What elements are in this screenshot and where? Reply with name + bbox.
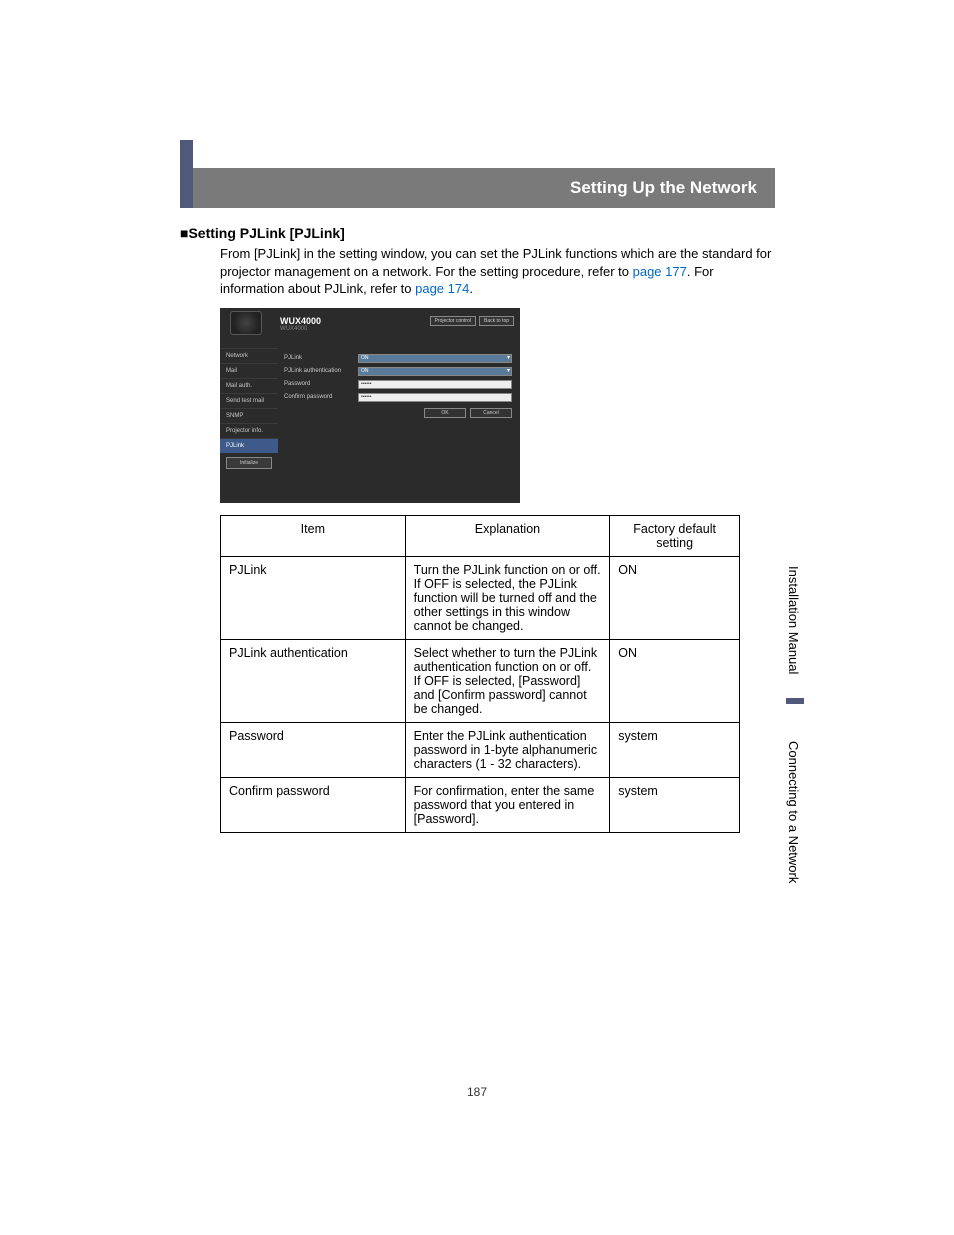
cell-explanation: Select whether to turn the PJLink authen… — [405, 639, 610, 722]
tab-separator-icon — [786, 698, 804, 704]
row-confirm-password: Confirm password •••••• — [284, 393, 512, 402]
label-password: Password — [284, 381, 358, 387]
sidebar-item-mail[interactable]: Mail — [220, 363, 278, 378]
sidebar-item-projector-info[interactable]: Projector info. — [220, 423, 278, 438]
link-page-177[interactable]: page 177 — [633, 264, 687, 279]
screenshot-sidebar: Network Mail Mail auth. Send test mail S… — [220, 348, 278, 473]
settings-screenshot: WUX4000 WUX4000 Projector control Back t… — [220, 308, 520, 503]
sidebar-item-send-test-mail[interactable]: Send test mail — [220, 393, 278, 408]
projector-control-button[interactable]: Projector control — [430, 316, 476, 326]
row-password: Password •••••• — [284, 380, 512, 389]
cell-item: Password — [221, 722, 406, 777]
section-heading-text: Setting PJLink [PJLink] — [188, 225, 344, 241]
label-confirm-password: Confirm password — [284, 394, 358, 400]
cell-default: system — [610, 777, 740, 832]
table-row: Confirm password For confirmation, enter… — [221, 777, 740, 832]
screenshot-top-buttons: Projector control Back to top — [430, 316, 514, 326]
side-tab-connecting-network: Connecting to a Network — [786, 712, 801, 912]
table-header-row: Item Explanation Factory default setting — [221, 515, 740, 556]
sidebar-item-pjlink[interactable]: PJLink — [220, 438, 278, 453]
intro-text-3: . — [469, 281, 473, 296]
page-title: Setting Up the Network — [570, 178, 757, 198]
page-header: Setting Up the Network — [180, 168, 775, 208]
sidebar-item-snmp[interactable]: SNMP — [220, 408, 278, 423]
sidebar-item-network[interactable]: Network — [220, 348, 278, 363]
screenshot-header: WUX4000 WUX4000 — [280, 316, 321, 332]
label-pjlink: PJLink — [284, 355, 358, 361]
ok-button[interactable]: OK — [424, 408, 466, 418]
input-password[interactable]: •••••• — [358, 380, 512, 389]
back-to-top-button[interactable]: Back to top — [479, 316, 514, 326]
select-pjlink-auth[interactable]: ON — [358, 367, 512, 376]
cell-explanation: Turn the PJLink function on or off. If O… — [405, 556, 610, 639]
cell-explanation: For confirmation, enter the same passwor… — [405, 777, 610, 832]
header-default: Factory default setting — [610, 515, 740, 556]
link-page-174[interactable]: page 174 — [415, 281, 469, 296]
table-row: PJLink Turn the PJLink function on or of… — [221, 556, 740, 639]
cell-default: ON — [610, 639, 740, 722]
cell-explanation: Enter the PJLink authentication password… — [405, 722, 610, 777]
initialize-button[interactable]: Initialize — [226, 457, 272, 469]
table-row: Password Enter the PJLink authentication… — [221, 722, 740, 777]
projector-lens-icon — [230, 311, 262, 335]
sidebar-item-mail-auth[interactable]: Mail auth. — [220, 378, 278, 393]
input-confirm-password[interactable]: •••••• — [358, 393, 512, 402]
row-pjlink-auth: PJLink authentication ON — [284, 367, 512, 376]
header-item: Item — [221, 515, 406, 556]
cell-default: ON — [610, 556, 740, 639]
form-buttons: OK Cancel — [284, 408, 512, 418]
section-heading: ■Setting PJLink [PJLink] — [180, 225, 775, 241]
screenshot-subtitle: WUX4000 — [280, 326, 321, 332]
label-pjlink-auth: PJLink authentication — [284, 368, 358, 374]
sidebar-accent — [180, 140, 193, 208]
screenshot-title: WUX4000 — [280, 316, 321, 326]
side-tabs: Installation Manual Connecting to a Netw… — [786, 550, 806, 912]
settings-table: Item Explanation Factory default setting… — [220, 515, 740, 833]
header-explanation: Explanation — [405, 515, 610, 556]
table-row: PJLink authentication Select whether to … — [221, 639, 740, 722]
cell-default: system — [610, 722, 740, 777]
cell-item: PJLink authentication — [221, 639, 406, 722]
side-tab-installation-manual: Installation Manual — [786, 550, 801, 690]
row-pjlink: PJLink ON — [284, 354, 512, 363]
content-area: ■Setting PJLink [PJLink] From [PJLink] i… — [180, 225, 775, 833]
cancel-button[interactable]: Cancel — [470, 408, 512, 418]
cell-item: Confirm password — [221, 777, 406, 832]
intro-paragraph: From [PJLink] in the setting window, you… — [180, 245, 775, 298]
screenshot-form: PJLink ON PJLink authentication ON Passw… — [284, 354, 512, 418]
page-number: 187 — [0, 1085, 954, 1099]
cell-item: PJLink — [221, 556, 406, 639]
select-pjlink[interactable]: ON — [358, 354, 512, 363]
